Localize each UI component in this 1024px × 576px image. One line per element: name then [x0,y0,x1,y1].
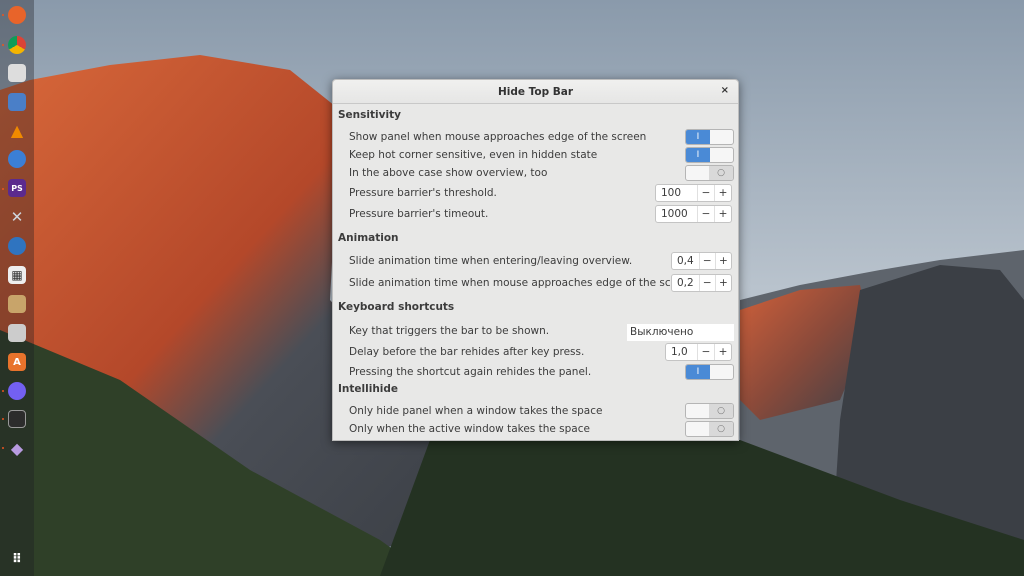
firefox-icon[interactable] [8,6,26,24]
title-bar: Hide Top Bar × [333,80,738,104]
increment-button[interactable]: + [714,185,731,201]
toggle-on-glyph: I [686,365,710,379]
intellihide-active-toggle[interactable]: ○ [685,421,734,437]
label: Show panel when mouse approaches edge of… [349,131,647,143]
decrement-button[interactable]: − [698,275,715,291]
toggle-off-glyph: ○ [709,404,733,418]
toggle-off-glyph: ○ [709,166,733,180]
section-intellihide: Intellihide [338,383,399,395]
toggle-on-glyph: I [686,130,710,144]
thunderbird-icon[interactable] [8,237,26,255]
delay-spinner[interactable]: 1,0− + [665,343,732,361]
decrement-button[interactable]: − [697,185,714,201]
hot-corner-toggle[interactable]: I [685,147,734,163]
calculator-icon[interactable]: ▦ [8,266,26,284]
running-indicator [2,447,4,449]
edge-time-spinner[interactable]: 0,2− + [671,274,732,292]
section-keyboard-shortcuts: Keyboard shortcuts [338,301,455,313]
dialog-title: Hide Top Bar [497,85,574,98]
toggle-on-glyph: I [686,148,710,162]
running-indicator [2,14,4,16]
label: Slide animation time when mouse approach… [349,277,698,289]
shortcut-key-field[interactable]: Выключено [627,324,734,341]
dock: ▲ PS ✕ ▦ A ◆ ⠿ [0,0,34,576]
settings-icon[interactable] [8,64,26,82]
spinner-value[interactable]: 0,2 [672,275,699,291]
spinner-value[interactable]: 0,4 [672,253,699,269]
increment-button[interactable]: + [714,206,731,222]
increment-button[interactable]: + [714,275,731,291]
label: Key that triggers the bar to be shown. [349,325,550,337]
apps-grid-icon[interactable]: ⠿ [8,550,26,568]
spinner-value[interactable]: 100 [656,185,697,201]
spinner-value[interactable]: 1,0 [666,344,697,360]
timeout-spinner[interactable]: 1000− + [655,205,732,223]
toggle-off-glyph: ○ [709,422,733,436]
decrement-button[interactable]: − [697,206,714,222]
increment-button[interactable]: + [714,253,731,269]
phpstorm-icon[interactable]: PS [8,179,26,197]
intellihide-window-toggle[interactable]: ○ [685,403,734,419]
files-icon[interactable] [8,93,26,111]
terminal-icon[interactable] [8,410,26,428]
chrome-icon[interactable] [8,36,26,54]
show-overview-toggle[interactable]: ○ [685,165,734,181]
section-sensitivity: Sensitivity [338,109,401,121]
software-center-icon[interactable]: A [8,353,26,371]
tools-icon[interactable]: ✕ [8,208,26,226]
vlc-icon[interactable]: ▲ [8,121,26,140]
label: Pressure barrier's timeout. [349,208,489,220]
running-indicator [2,418,4,420]
label: In the above case show overview, too [349,167,548,179]
threshold-spinner[interactable]: 100− + [655,184,732,202]
close-button[interactable]: × [721,85,729,96]
overview-time-spinner[interactable]: 0,4− + [671,252,732,270]
decrement-button[interactable]: − [697,344,714,360]
app-diamond-icon[interactable]: ◆ [8,439,26,458]
rehide-toggle[interactable]: I [685,364,734,380]
spinner-value[interactable]: 1000 [656,206,697,222]
simplenote-icon[interactable] [8,150,26,168]
installer-icon[interactable] [8,324,26,342]
label: Delay before the bar rehides after key p… [349,346,585,358]
hide-top-bar-dialog: Hide Top Bar × Sensitivity Show panel wh… [332,79,739,441]
label: Pressing the shortcut again rehides the … [349,366,592,378]
label: Keep hot corner sensitive, even in hidde… [349,149,598,161]
viber-icon[interactable] [8,382,26,400]
label: Slide animation time when entering/leavi… [349,255,633,267]
label: Only hide panel when a window takes the … [349,405,603,417]
running-indicator [2,390,4,392]
increment-button[interactable]: + [714,344,731,360]
show-panel-toggle[interactable]: I [685,129,734,145]
section-animation: Animation [338,232,399,244]
running-indicator [2,188,4,190]
image-viewer-icon[interactable] [8,295,26,313]
label: Only when the active window takes the sp… [349,423,590,435]
decrement-button[interactable]: − [698,253,715,269]
label: Pressure barrier's threshold. [349,187,497,199]
running-indicator [2,44,4,46]
